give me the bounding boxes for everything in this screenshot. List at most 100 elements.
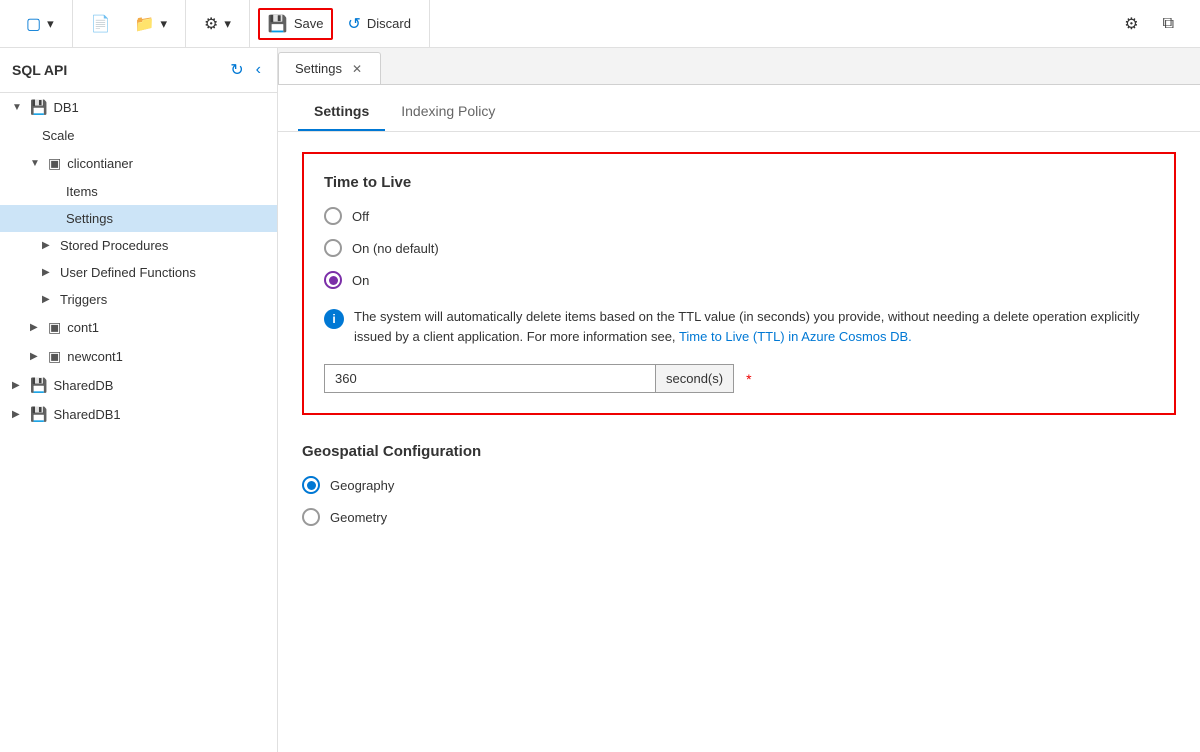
- geo-radio-group: Geography Geometry: [302, 476, 1176, 526]
- main-container: SQL API ↻ ‹ ▼ 💾 DB1 Scale ▼ ▣ clicontian…: [0, 48, 1200, 752]
- tab-indexing-policy-label: Indexing Policy: [401, 103, 495, 119]
- tab-indexing-policy[interactable]: Indexing Policy: [385, 93, 511, 131]
- tab-settings[interactable]: Settings ✕: [278, 52, 381, 84]
- tree-label: Scale: [42, 128, 75, 143]
- sidebar: SQL API ↻ ‹ ▼ 💾 DB1 Scale ▼ ▣ clicontian…: [0, 48, 278, 752]
- chevron-right-icon: ▶: [42, 294, 54, 305]
- ttl-info-link[interactable]: Time to Live (TTL) in Azure Cosmos DB.: [679, 329, 912, 344]
- shareddb1-tree-item[interactable]: ▶ 💾 SharedDB1: [0, 400, 277, 429]
- ttl-unit-label: second(s): [655, 365, 733, 392]
- ttl-info-link-text: Time to Live (TTL) in Azure Cosmos DB.: [679, 329, 912, 344]
- launch-icon: ⧉: [1163, 15, 1174, 33]
- chevron-right-icon: ▶: [12, 409, 24, 420]
- ttl-info-text: The system will automatically delete ite…: [354, 307, 1154, 346]
- save-button[interactable]: 💾 Save: [258, 8, 334, 40]
- tab-settings-inner[interactable]: Settings: [298, 93, 385, 131]
- geo-geometry-label: Geometry: [330, 510, 387, 525]
- tree-label: SharedDB: [53, 378, 113, 393]
- collapse-button[interactable]: ‹: [252, 58, 265, 82]
- ttl-value-input[interactable]: [325, 365, 655, 392]
- triggers-tree-item[interactable]: ▶ Triggers: [0, 286, 277, 313]
- refresh-button[interactable]: ↻: [226, 58, 247, 82]
- ttl-on-label: On: [352, 273, 369, 288]
- udf-tree-item[interactable]: ▶ User Defined Functions: [0, 259, 277, 286]
- db-icon: 💾: [30, 406, 47, 423]
- ttl-on-no-default-label: On (no default): [352, 241, 439, 256]
- toolbar-group-new: ▢ ▾: [8, 0, 73, 47]
- info-icon: i: [324, 309, 344, 329]
- discard-icon: ↺: [347, 14, 360, 34]
- container-icon: ▣: [48, 348, 61, 365]
- ttl-section: Time to Live Off On (no default): [302, 152, 1176, 415]
- required-indicator: *: [746, 371, 751, 387]
- chevron-right-icon: ▶: [42, 240, 54, 251]
- ttl-info-box: i The system will automatically delete i…: [324, 305, 1154, 348]
- settings-tree-item[interactable]: Settings: [0, 205, 277, 232]
- tree-label: cont1: [67, 320, 99, 335]
- open-dropdown-label: ▾: [161, 16, 168, 32]
- ttl-input-row: second(s) *: [324, 364, 1154, 393]
- tab-close-button[interactable]: ✕: [350, 62, 364, 76]
- tree-label: Settings: [66, 211, 113, 226]
- settings-button[interactable]: ⚙ ▾: [194, 8, 241, 40]
- shareddb-tree-item[interactable]: ▶ 💾 SharedDB: [0, 371, 277, 400]
- tree-label: User Defined Functions: [60, 265, 196, 280]
- toolbar-group-save: 💾 Save ↺ Discard: [250, 0, 430, 47]
- tree-item[interactable]: Items: [0, 178, 277, 205]
- ttl-option-on[interactable]: On: [324, 271, 1154, 289]
- geo-title: Geospatial Configuration: [302, 443, 1176, 460]
- tree-item[interactable]: Scale: [0, 122, 277, 149]
- tree-label: Items: [66, 184, 98, 199]
- tree-label: SharedDB1: [53, 407, 120, 422]
- tree-label: clicontianer: [67, 156, 133, 171]
- ttl-option-off[interactable]: Off: [324, 207, 1154, 225]
- db-icon: 💾: [30, 99, 47, 116]
- container-icon: ▣: [48, 155, 61, 172]
- tree-item[interactable]: ▼ 💾 DB1: [0, 93, 277, 122]
- tree-label: Triggers: [60, 292, 107, 307]
- stored-procedures-tree-item[interactable]: ▶ Stored Procedures: [0, 232, 277, 259]
- radio-off: [324, 207, 342, 225]
- geo-geography-label: Geography: [330, 478, 394, 493]
- open-dropdown-button[interactable]: 📁 ▾: [125, 8, 177, 40]
- tree-item[interactable]: ▼ ▣ clicontianer: [0, 149, 277, 178]
- newcont1-tree-item[interactable]: ▶ ▣ newcont1: [0, 342, 277, 371]
- sidebar-title: SQL API: [12, 62, 67, 78]
- global-settings-button[interactable]: ⚙: [1114, 8, 1148, 40]
- sidebar-header: SQL API ↻ ‹: [0, 48, 277, 93]
- geo-option-geometry[interactable]: Geometry: [302, 508, 1176, 526]
- radio-on: [324, 271, 342, 289]
- geo-option-geography[interactable]: Geography: [302, 476, 1176, 494]
- radio-geography: [302, 476, 320, 494]
- content-area: Settings ✕ Settings Indexing Policy Time…: [278, 48, 1200, 752]
- gear-icon: ⚙: [204, 14, 218, 34]
- open-icon: 📄: [91, 14, 111, 34]
- chevron-icon: ▼: [12, 102, 24, 113]
- ttl-input-wrap: second(s): [324, 364, 734, 393]
- ttl-option-on-no-default[interactable]: On (no default): [324, 239, 1154, 257]
- ttl-off-label: Off: [352, 209, 369, 224]
- cont1-tree-item[interactable]: ▶ ▣ cont1: [0, 313, 277, 342]
- tab-bar: Settings ✕: [278, 48, 1200, 85]
- ttl-title: Time to Live: [324, 174, 1154, 191]
- container-icon: ▣: [48, 319, 61, 336]
- toolbar-group-open: 📄 📁 ▾: [73, 0, 186, 47]
- tree-label: DB1: [53, 100, 78, 115]
- new-button[interactable]: ▢ ▾: [16, 8, 64, 40]
- tree-label: newcont1: [67, 349, 123, 364]
- radio-geometry: [302, 508, 320, 526]
- tree-label: Stored Procedures: [60, 238, 168, 253]
- discard-button[interactable]: ↺ Discard: [337, 8, 420, 40]
- chevron-right-icon: ▶: [30, 322, 42, 333]
- toolbar-group-right: ⚙ ⧉: [1106, 0, 1192, 47]
- launch-button[interactable]: ⧉: [1153, 9, 1184, 39]
- content-scroll: Time to Live Off On (no default): [278, 132, 1200, 752]
- save-label: Save: [294, 16, 324, 31]
- open-button[interactable]: 📄: [81, 8, 121, 40]
- geo-section: Geospatial Configuration Geography Geome…: [302, 443, 1176, 526]
- open-folder-icon: 📁: [135, 14, 155, 34]
- chevron-right-icon: ▶: [12, 380, 24, 391]
- tab-settings-label: Settings: [314, 103, 369, 119]
- ttl-radio-group: Off On (no default) On: [324, 207, 1154, 289]
- radio-on-no-default: [324, 239, 342, 257]
